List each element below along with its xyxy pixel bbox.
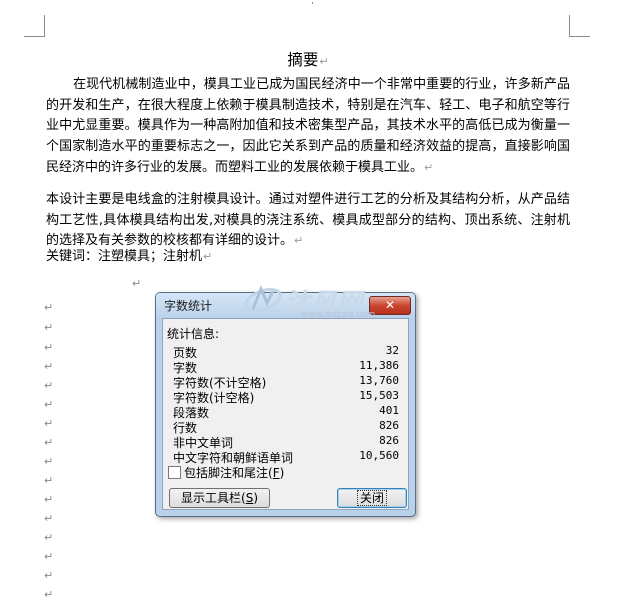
- stat-row-non-chinese-words: 非中文单词 826: [173, 434, 399, 450]
- watermark: 沐风网 www.mfcad.com: [241, 283, 411, 323]
- statistics-label: 统计信息:: [167, 327, 220, 341]
- stat-value: 826: [379, 419, 399, 432]
- crop-mark-top-left-vertical: [44, 15, 45, 36]
- paragraph-mark: ↵: [44, 321, 54, 334]
- stat-value: 11,386: [359, 359, 399, 372]
- paragraph-mark: ↵: [44, 301, 54, 314]
- watermark-logo-icon: [244, 285, 282, 312]
- stat-value: 10,560: [359, 449, 399, 462]
- paragraph-mark: ↵: [44, 436, 54, 449]
- doc-title: 摘要↵: [287, 51, 329, 69]
- paragraph-mark: ↵: [44, 417, 54, 430]
- close-button[interactable]: 关闭: [337, 488, 407, 508]
- header-marker: [312, 2, 313, 4]
- paragraph-mark: ↵: [44, 550, 54, 563]
- stat-row-chars-no-spaces: 字符数(不计空格) 13,760: [173, 374, 399, 390]
- stat-value: 401: [379, 404, 399, 417]
- stat-value: 826: [379, 434, 399, 447]
- crop-mark-top-left: [24, 36, 45, 37]
- abstract-paragraph-1: 在现代机械制造业中，模具工业已成为国民经济中一个非常中重要的行业，许多新产品的开…: [46, 77, 570, 175]
- dialog-body: 统计信息: 页数 32 字数 11,386 字符数(不计空格) 13,760 字…: [162, 318, 409, 510]
- stat-row-pages: 页数 32: [173, 344, 399, 360]
- stat-row-chars-with-spaces: 字符数(计空格) 15,503: [173, 389, 399, 405]
- stat-row-words: 字数 11,386: [173, 359, 399, 375]
- stat-value: 13,760: [359, 374, 399, 387]
- paragraph-mark: ↵: [44, 341, 54, 354]
- paragraph-mark: ↵: [44, 360, 54, 373]
- paragraph-mark: ↵: [44, 455, 54, 468]
- paragraph-mark: ↵: [44, 512, 54, 525]
- keywords-line: 关键词：注塑模具；注射机↵: [46, 249, 213, 264]
- paragraph-mark: ↵: [44, 474, 54, 487]
- stat-row-paragraphs: 段落数 401: [173, 404, 399, 420]
- paragraph-mark: ↵: [132, 277, 142, 290]
- stat-row-lines: 行数 826: [173, 419, 399, 435]
- abstract-paragraph-2: 本设计主要是电线盒的注射模具设计。通过对塑件进行工艺的分析及其结构分析，从产品结…: [46, 192, 570, 249]
- word-count-dialog[interactable]: 字数统计 ✕ 统计信息: 页数 32 字数 11,386 字符数(不计空格) 1…: [155, 292, 416, 517]
- watermark-url: www.mfcad.com: [301, 310, 376, 320]
- include-footnotes-label[interactable]: 包括脚注和尾注(F): [184, 464, 284, 481]
- crop-mark-top-right-vertical: [569, 15, 570, 36]
- paragraph-mark: ↵: [44, 493, 54, 506]
- paragraph-mark: ↵: [44, 379, 54, 392]
- paragraph-mark: ↵: [44, 569, 54, 582]
- stat-value: 15,503: [359, 389, 399, 402]
- dialog-title: 字数统计: [164, 299, 213, 313]
- include-footnotes-checkbox[interactable]: [168, 466, 181, 479]
- paragraph-mark: ↵: [44, 398, 54, 411]
- stat-row-chinese-korean: 中文字符和朝鲜语单词 10,560: [173, 449, 399, 465]
- crop-mark-top-right: [569, 36, 590, 37]
- paragraph-mark: ↵: [44, 588, 54, 601]
- paragraph-mark: ↵: [44, 531, 54, 544]
- stat-value: 32: [385, 344, 399, 357]
- show-toolbar-button[interactable]: 显示工具栏(S): [169, 488, 270, 508]
